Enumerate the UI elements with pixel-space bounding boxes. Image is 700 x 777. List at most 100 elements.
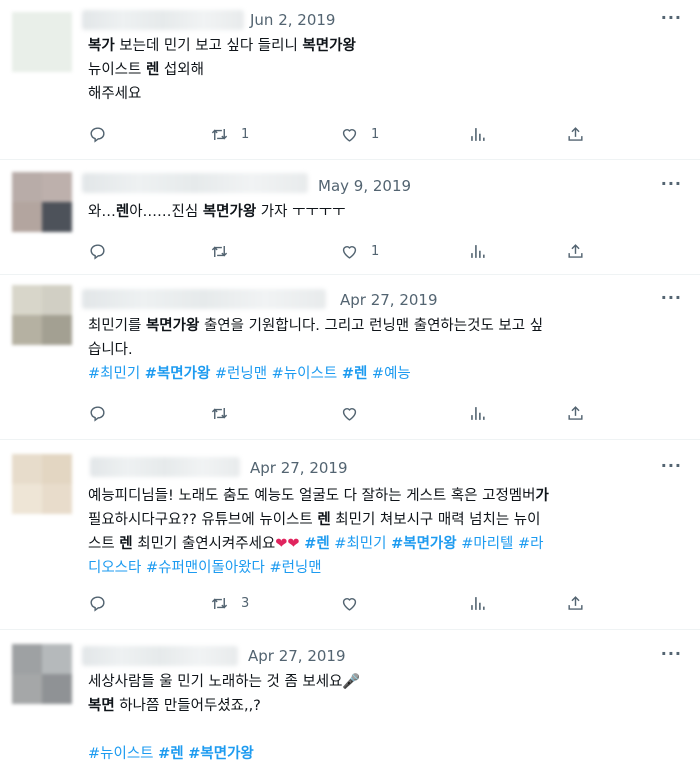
hashtag-link[interactable]: #렌 xyxy=(304,536,330,552)
hashtag-link[interactable]: #렌 xyxy=(158,746,184,762)
retweet-button[interactable]: 3 xyxy=(210,592,249,614)
like-button[interactable] xyxy=(340,592,371,614)
views-button[interactable] xyxy=(468,123,487,145)
text-span: 복면가왕 xyxy=(302,38,356,54)
hashtag-link[interactable]: #최민기 xyxy=(330,536,391,552)
author-name-blurred[interactable] xyxy=(82,173,308,193)
retweet-count: 1 xyxy=(241,126,250,142)
reply-button[interactable] xyxy=(88,123,119,145)
reply-icon xyxy=(88,404,107,423)
tweet-date[interactable]: Jun 2, 2019 xyxy=(250,11,335,29)
views-button[interactable] xyxy=(468,240,487,262)
tweet-text: 최민기를 복면가왕 출연을 기원합니다. 그리고 런닝맨 출연하는것도 보고 싶… xyxy=(88,314,680,386)
tweet-text-line: 습니다. xyxy=(88,338,680,362)
tweet-date[interactable]: Apr 27, 2019 xyxy=(248,647,346,665)
reply-button[interactable] xyxy=(88,402,119,424)
share-button[interactable] xyxy=(566,592,585,614)
heart-emoji: ❤❤ xyxy=(275,536,300,552)
hashtag-link[interactable]: #최민기 xyxy=(88,366,145,382)
text-span: 렌 xyxy=(119,536,133,552)
more-icon[interactable]: ··· xyxy=(661,456,682,475)
reply-icon xyxy=(88,125,107,144)
text-span: 가 xyxy=(535,488,549,504)
tweet-actions: 11 xyxy=(88,123,688,145)
like-button[interactable]: 1 xyxy=(340,240,379,262)
hashtag-link[interactable]: #마리텔 #라 xyxy=(457,536,543,552)
like-button[interactable]: 1 xyxy=(340,123,379,145)
author-name-blurred[interactable] xyxy=(82,289,326,309)
views-icon xyxy=(468,594,487,613)
more-icon[interactable]: ··· xyxy=(661,8,682,27)
author-name-blurred[interactable] xyxy=(82,646,238,666)
hashtag-link[interactable]: #복면가왕 xyxy=(391,536,457,552)
author-name-blurred[interactable] xyxy=(90,457,240,477)
tweet-text-line: 복가 보는데 민기 보고 싶다 들리니 복면가왕 xyxy=(88,34,680,58)
like-icon xyxy=(340,242,359,261)
tweet[interactable]: Apr 27, 2019 ··· 최민기를 복면가왕 출연을 기원합니다. 그리… xyxy=(0,275,700,440)
hashtag-link[interactable]: 디오스타 #슈퍼맨이돌아왔다 #런닝맨 xyxy=(88,560,322,576)
tweet-text-line xyxy=(88,718,680,742)
tweet-text-line: 뉴이스트 렌 섭외해 xyxy=(88,58,680,82)
avatar[interactable] xyxy=(12,172,72,232)
tweet-date[interactable]: May 9, 2019 xyxy=(318,177,411,195)
more-icon[interactable]: ··· xyxy=(661,174,682,193)
more-icon[interactable]: ··· xyxy=(661,644,682,663)
text-span: 세상사람들 울 민기 노래하는 것 좀 보세요🎤 xyxy=(88,674,361,690)
text-span: 예능피디님들! 노래도 춤도 예능도 얼굴도 다 잘하는 게스트 혹은 고정멤버 xyxy=(88,488,536,504)
tweet-date[interactable]: Apr 27, 2019 xyxy=(340,291,438,309)
hashtag-link[interactable]: #런닝맨 #뉴이스트 xyxy=(210,366,342,382)
text-span: 복가 xyxy=(88,38,115,54)
avatar[interactable] xyxy=(12,454,72,514)
text-span: 출연을 기원합니다. 그리고 런닝맨 출연하는것도 보고 싶 xyxy=(199,318,544,334)
text-span: 뉴이스트 xyxy=(88,62,146,78)
share-button[interactable] xyxy=(566,123,585,145)
tweet-text-line: 해주세요 xyxy=(88,82,680,106)
like-icon xyxy=(340,594,359,613)
reply-button[interactable] xyxy=(88,240,119,262)
reply-button[interactable] xyxy=(88,592,119,614)
tweet[interactable]: Apr 27, 2019 ··· 세상사람들 울 민기 노래하는 것 좀 보세요… xyxy=(0,630,700,777)
share-icon xyxy=(566,125,585,144)
retweet-icon xyxy=(210,242,229,261)
author-name-blurred[interactable] xyxy=(82,10,244,30)
text-span: 복면 xyxy=(88,698,115,714)
text-span: 섭외해 xyxy=(159,62,204,78)
text-span: 와… xyxy=(88,204,116,220)
avatar[interactable] xyxy=(12,644,72,704)
like-button[interactable] xyxy=(340,402,371,424)
more-icon[interactable]: ··· xyxy=(661,288,682,307)
hashtag-link[interactable]: #복면가왕 xyxy=(145,366,211,382)
text-span: 보는데 민기 보고 싶다 들리니 xyxy=(114,38,303,54)
retweet-button[interactable] xyxy=(210,240,241,262)
text-span: 최민기 쳐보시구 매력 넘치는 뉴이 xyxy=(330,512,541,528)
avatar[interactable] xyxy=(12,285,72,345)
text-span: 필요하시다구요?? 유튜브에 뉴이스트 xyxy=(88,512,318,528)
tweet[interactable]: Apr 27, 2019 ··· 예능피디님들! 노래도 춤도 예능도 얼굴도 … xyxy=(0,440,700,630)
retweet-icon xyxy=(210,404,229,423)
views-button[interactable] xyxy=(468,592,487,614)
text-span: 습니다. xyxy=(88,342,133,358)
tweet[interactable]: Jun 2, 2019 ··· 복가 보는데 민기 보고 싶다 들리니 복면가왕… xyxy=(0,0,700,160)
avatar[interactable] xyxy=(12,12,72,72)
hashtag-link[interactable]: #예능 xyxy=(367,366,411,382)
reply-icon xyxy=(88,242,107,261)
reply-icon xyxy=(88,594,107,613)
timeline: Jun 2, 2019 ··· 복가 보는데 민기 보고 싶다 들리니 복면가왕… xyxy=(0,0,700,777)
hashtag-link[interactable]: #렌 xyxy=(342,366,368,382)
hashtag-link[interactable]: #뉴이스트 xyxy=(88,746,158,762)
hashtag-link[interactable]: #복면가왕 xyxy=(188,746,254,762)
retweet-button[interactable]: 1 xyxy=(210,123,249,145)
text-span: 최민기를 xyxy=(88,318,146,334)
text-span: 렌 xyxy=(317,512,331,528)
share-button[interactable] xyxy=(566,240,585,262)
share-button[interactable] xyxy=(566,402,585,424)
tweet-date[interactable]: Apr 27, 2019 xyxy=(250,459,348,477)
text-span: 렌 xyxy=(115,204,130,220)
retweet-icon xyxy=(210,125,229,144)
retweet-count: 3 xyxy=(241,595,250,611)
tweet[interactable]: May 9, 2019 ··· 와…렌아……진심 복면가왕 가자 ㅜㅜㅜㅜ 1 xyxy=(0,160,700,275)
share-icon xyxy=(566,242,585,261)
views-button[interactable] xyxy=(468,402,487,424)
retweet-button[interactable] xyxy=(210,402,241,424)
text-span: 복면가왕 xyxy=(145,318,200,334)
